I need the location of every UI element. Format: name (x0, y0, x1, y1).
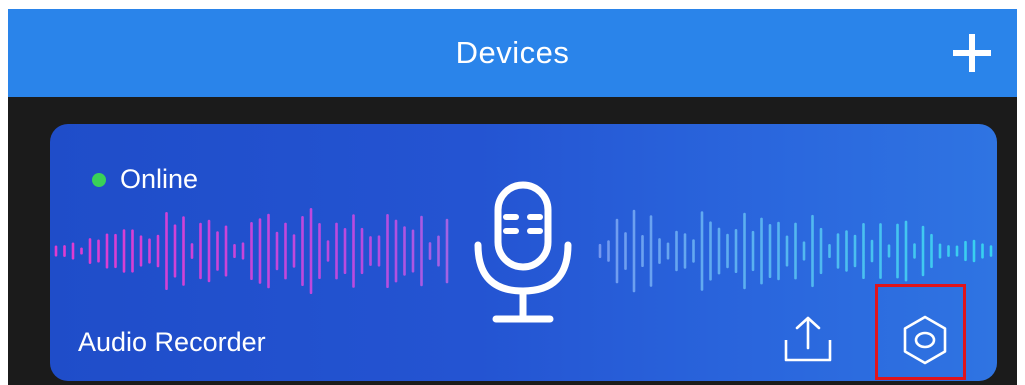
status-label: Online (120, 164, 199, 194)
page-title: Devices (455, 35, 570, 70)
app-screen: Devices Online Audio Recorder (8, 9, 1017, 385)
online-status-dot (92, 172, 106, 187)
top-app-bar: Devices (8, 9, 1017, 97)
share-button[interactable] (780, 314, 836, 366)
settings-button[interactable] (896, 312, 954, 368)
device-status: Online (92, 164, 198, 195)
microphone-icon (474, 181, 572, 323)
device-card[interactable]: Online Audio Recorder (50, 124, 997, 381)
upload-share-icon (784, 316, 832, 362)
device-name: Audio Recorder (78, 327, 266, 357)
plus-icon (953, 34, 991, 72)
add-device-button[interactable] (951, 32, 993, 74)
hexagon-settings-icon (903, 315, 947, 365)
